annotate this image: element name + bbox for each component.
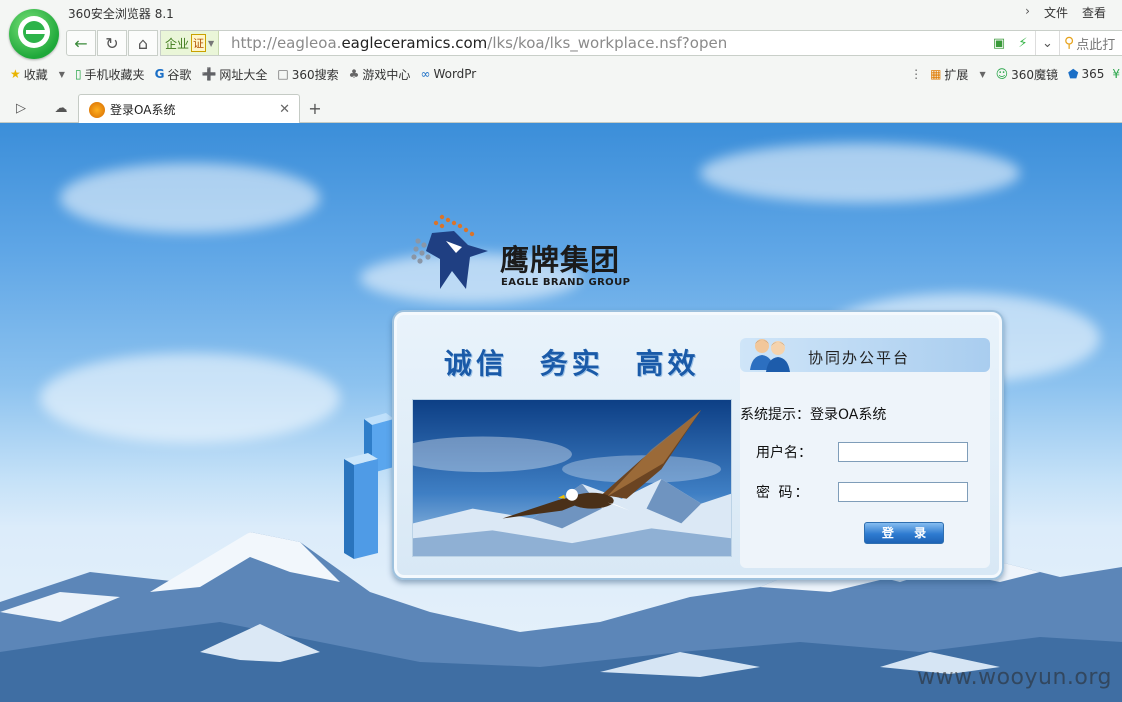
- google-icon: G: [154, 67, 165, 81]
- login-panel: 诚信 务实 高效 协同办公平台 系统提示：登录OA系统 用户名： 密 码： 登 …: [392, 310, 1004, 580]
- grid-icon: ▦: [930, 67, 942, 81]
- username-label: 用户名：: [756, 445, 812, 461]
- menu-view[interactable]: 查看: [1082, 4, 1106, 21]
- lightning-icon[interactable]: ⚡: [1011, 31, 1035, 55]
- chevron-right-icon[interactable]: ›: [1025, 4, 1030, 21]
- cloud-decoration: [60, 163, 320, 233]
- bookmarks-right: ⋮ ▦ 扩展 ▼ ☺ 360魔镜 ⬟ 365 ¥: [910, 62, 1122, 86]
- ev-label: 企业: [165, 36, 190, 51]
- watermark: www.wooyun.org: [917, 665, 1112, 690]
- star-icon: ★: [10, 67, 21, 81]
- money-icon[interactable]: ¥: [1112, 67, 1120, 81]
- shield-button[interactable]: ⬟ 365: [1068, 67, 1104, 81]
- separator-dots-icon: ⋮: [910, 67, 923, 81]
- ev-badge[interactable]: 企业 证 ▼: [161, 31, 220, 55]
- mirror-button[interactable]: ☺ 360魔镜: [996, 66, 1058, 83]
- search-icon: ⚲: [1064, 35, 1075, 51]
- bookmark-google[interactable]: G 谷歌: [155, 66, 192, 83]
- search-box[interactable]: ⚲ 点此打: [1059, 31, 1122, 55]
- close-icon[interactable]: ✕: [279, 102, 290, 117]
- users-icon: [750, 339, 790, 372]
- phone-icon: ▯: [74, 67, 82, 81]
- tab-title: 登录OA系统: [110, 103, 176, 117]
- system-hint: 系统提示：登录OA系统: [740, 407, 887, 423]
- bookmark-mobile[interactable]: ▯ 手机收藏夹: [75, 66, 145, 83]
- bookmarks-bar: ★ 收藏 ▼ ▯ 手机收藏夹 G 谷歌 ➕ 网址大全 □ 360搜索 ♣ 游戏中心 ∞ Word…: [0, 62, 1122, 86]
- title-bar: 360安全浏览器 8.1 › 文件 查看: [0, 0, 1122, 27]
- cloud-decoration: [700, 143, 1020, 203]
- bookmark-label: 谷歌: [167, 67, 192, 82]
- eagle-photo: [412, 399, 732, 557]
- url-tools: ▣ ⚡ ⌄ ⚲ 点此打: [987, 31, 1122, 55]
- bookmark-games[interactable]: ♣ 游戏中心: [349, 66, 411, 83]
- bookmark-label: 收藏: [23, 67, 48, 82]
- gamepad-icon: ♣: [348, 67, 360, 81]
- home-button[interactable]: ⌂: [128, 30, 158, 56]
- reload-icon: ↻: [105, 33, 119, 53]
- mirror-label: 360魔镜: [1011, 67, 1059, 82]
- mirror-icon: ☺: [995, 67, 1009, 81]
- login-button[interactable]: 登 录: [864, 522, 944, 544]
- password-input[interactable]: [838, 482, 968, 502]
- address-row: ← ↻ ⌂ 企业 证 ▼ http://eagleoa.eagleceramic…: [66, 30, 1122, 56]
- bookmark-label: 360搜索: [291, 67, 339, 82]
- brand-logo: 鹰牌集团 EAGLE BRAND GROUP: [408, 211, 648, 291]
- tab-login-oa[interactable]: 登录OA系统 ✕: [78, 94, 300, 124]
- home-icon: ⌂: [137, 33, 149, 53]
- password-label: 密 码：: [756, 485, 811, 501]
- bookmark-label: 手机收藏夹: [84, 67, 145, 82]
- bookmark-label: 网址大全: [219, 67, 268, 82]
- cloud-icon[interactable]: ☁: [50, 97, 72, 119]
- url-domain: eagleceramics.com: [341, 34, 488, 52]
- qr-code-icon[interactable]: ▣: [987, 31, 1011, 55]
- caret-down-icon: ▼: [979, 69, 986, 79]
- reload-button[interactable]: ↻: [97, 30, 127, 56]
- caret-down-icon: ▼: [208, 38, 215, 48]
- login-page: 鹰牌集团 EAGLE BRAND GROUP 诚信 务实 高效 协同办公平台 系…: [0, 123, 1122, 702]
- url-text[interactable]: http://eagleoa.eagleceramics.com/lks/koa…: [231, 34, 727, 52]
- slogan: 诚信 务实 高效: [444, 347, 700, 380]
- brand-name-en: EAGLE BRAND GROUP: [501, 277, 631, 288]
- url-path: /lks/koa/lks_workplace.nsf?open: [487, 34, 728, 52]
- plus-circle-icon: ➕: [201, 67, 217, 81]
- extensions-label: 扩展: [944, 67, 969, 82]
- bookmark-360search[interactable]: □ 360搜索: [277, 66, 338, 83]
- cert-icon: 证: [191, 34, 207, 52]
- login-form: 协同办公平台 系统提示：登录OA系统 用户名： 密 码： 登 录: [740, 338, 990, 568]
- shield-label: 365: [1081, 67, 1105, 81]
- browser-chrome: 360安全浏览器 8.1 › 文件 查看 ← ↻ ⌂ 企业 证 ▼ http:/…: [0, 0, 1122, 124]
- chevron-down-icon[interactable]: ⌄: [1035, 31, 1059, 55]
- eagle-logo-icon: [411, 214, 488, 289]
- title-menu: › 文件 查看: [1025, 4, 1106, 21]
- tab-strip: ▷ ☁ 登录OA系统 ✕ +: [0, 92, 1122, 124]
- address-bar[interactable]: 企业 证 ▼ http://eagleoa.eagleceramics.com/…: [160, 30, 1122, 56]
- username-input[interactable]: [838, 442, 968, 462]
- wordpress-icon: ∞: [420, 67, 431, 81]
- shield-icon: ⬟: [1068, 67, 1079, 81]
- bookmark-directory[interactable]: ➕ 网址大全: [201, 66, 267, 83]
- brand-name-cn: 鹰牌集团: [500, 243, 621, 277]
- arrow-left-icon: ←: [74, 33, 88, 53]
- site-favicon-icon: [89, 101, 105, 118]
- search-placeholder: 点此打: [1076, 37, 1116, 53]
- page-icon: □: [277, 67, 289, 81]
- bookmark-label: WordPr: [433, 67, 477, 81]
- platform-title: 协同办公平台: [808, 349, 911, 367]
- bookmark-wordpress[interactable]: ∞ WordPr: [420, 67, 476, 81]
- caret-down-icon: ▼: [58, 69, 65, 79]
- app-title: 360安全浏览器 8.1: [68, 7, 174, 21]
- platform-header: 协同办公平台: [740, 338, 990, 372]
- bookmark-label: 游戏中心: [362, 67, 411, 82]
- extensions-button[interactable]: ▦ 扩展 ▼: [930, 66, 986, 83]
- back-button[interactable]: ←: [66, 30, 96, 56]
- cloud-decoration: [40, 353, 340, 443]
- menu-file[interactable]: 文件: [1044, 4, 1068, 21]
- bookmark-favorites[interactable]: ★ 收藏 ▼: [10, 66, 65, 83]
- new-tab-button[interactable]: +: [305, 97, 325, 119]
- sidebar-toggle-icon[interactable]: ▷: [10, 97, 32, 119]
- url-prefix: http://eagleoa.: [231, 34, 342, 52]
